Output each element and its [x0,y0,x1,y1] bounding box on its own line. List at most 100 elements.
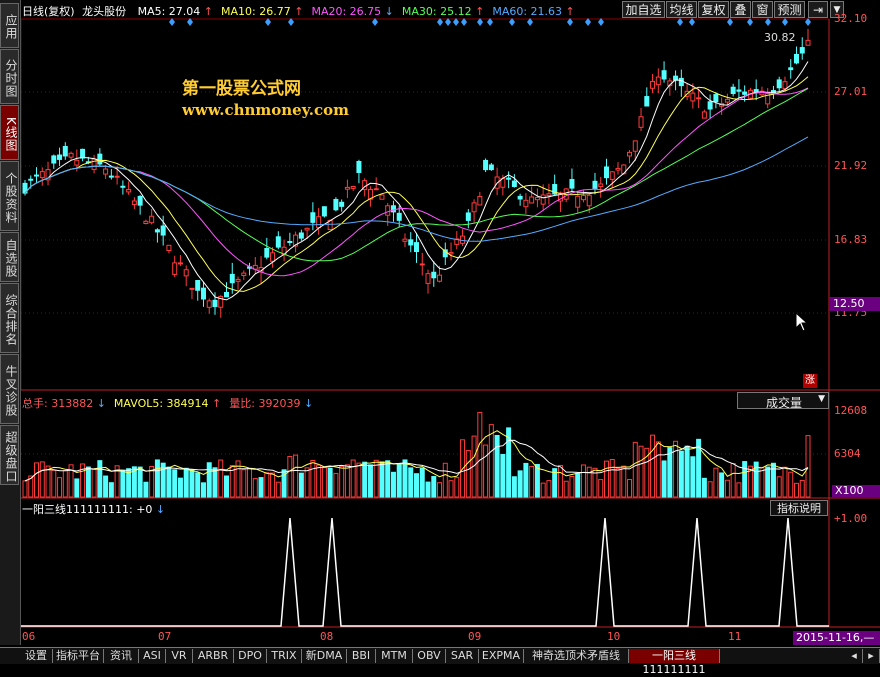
volume-indicator-dropdown[interactable]: 成交量 ▼ [737,392,829,410]
period-label[interactable]: 日线(复权) [22,5,75,18]
candle-body [235,278,241,282]
current-price-badge: 12.50 [829,297,880,311]
volume-bar [298,472,304,498]
sidebar-tab-6[interactable]: 综合排名 [0,283,19,353]
sidebar-tab-2[interactable]: 分时图 [0,49,19,104]
volume-bar [765,466,771,498]
volume-bar [799,479,805,498]
toolbar-button-5[interactable]: 窗 [752,1,773,18]
candle-body [534,197,540,201]
sidebar-tab-3[interactable]: K线图 [0,105,19,160]
candle-body [333,198,339,211]
volume-bar [57,477,63,498]
candle-body [425,273,431,284]
volume-bar [437,482,443,498]
candle-body [471,202,477,213]
sidebar-tab-4[interactable]: 个股资料 [0,161,19,231]
candle-body [402,238,408,242]
volume-bar [793,482,799,498]
indicator-tab-11[interactable]: MTM [376,649,413,663]
toolbar-button-1[interactable]: 加自选 [622,1,665,18]
stock-name: 龙头股份 [82,5,127,18]
candle-body [51,155,57,164]
volume-bar [736,482,742,498]
candle-body [448,252,454,255]
indicator-signal-line [21,517,829,627]
indicator-help-button[interactable]: 指标说明 [770,500,828,516]
volume-bar [339,465,345,498]
volume-bar [609,459,615,498]
volume-bar [39,461,45,498]
volume-bar [684,445,690,498]
candle-body [465,212,471,221]
volume-bar [224,475,230,498]
indicator-tab-bar: 设置 指标平台 资讯 ASI VR ARBR DPO TRIX 新DMA BBI MTM OBV SAR… [0,647,880,676]
toolbar-button-2[interactable]: 均线 [666,1,697,18]
toolbar-button-3[interactable]: 复权 [698,1,729,18]
volume-bar [103,475,109,498]
indicator-tab-4[interactable]: ASI [139,649,166,663]
candle-body [62,146,68,157]
candle-body [713,94,719,103]
chart-surface[interactable] [0,0,880,663]
candle-body [34,174,40,177]
volume-bar [275,481,281,498]
sidebar-tab-5[interactable]: 自选股 [0,232,19,282]
volume-arrow-1: ↓ [96,397,106,410]
indicator-tab-6[interactable]: ARBR [193,649,234,663]
candle-body [609,171,615,180]
sidebar-tab-8[interactable]: 超级盘口 [0,425,19,485]
candle-body [696,97,702,100]
rise-badge[interactable]: 涨 [803,374,817,388]
indicator-tab-9[interactable]: 新DMA [302,649,347,663]
indicator-tab-13[interactable]: SAR [446,649,479,663]
volume-bar [189,469,195,498]
indicator-tab-8[interactable]: TRIX [267,649,302,663]
candle-body [379,194,385,200]
indicator-tab-7[interactable]: DPO [234,649,267,663]
indicator-tab-16[interactable]: 一阳三线111111111 [629,649,720,676]
indicator-tab-12[interactable]: OBV [413,649,446,663]
panel-switch-icon[interactable]: ⇥ [808,1,828,18]
sidebar-tab-1[interactable]: 应用 [0,3,19,48]
sidebar-tab-7[interactable]: 牛叉诊股 [0,354,19,424]
tab-scroll-right-icon[interactable]: ▸ [863,649,880,663]
volume-bar [62,470,68,498]
volume-bar [166,466,172,498]
indicator-tab-2[interactable]: 指标平台 [53,649,104,663]
toolbar-button-4[interactable]: 叠 [730,1,751,18]
toolbar-button-6[interactable]: 预测 [774,1,805,18]
volume-bar [350,459,356,498]
volume-bar [172,469,178,498]
volume-bar [701,477,707,498]
volume-bar [580,464,586,498]
volume-axis-label-2: 6304 [834,447,861,460]
candle-body [316,216,322,229]
indicator-tab-10[interactable]: BBI [347,649,376,663]
volume-bar [517,470,523,498]
volume-bar [247,468,253,498]
candle-body [154,229,160,233]
volume-bar [788,471,794,498]
candle-body [143,220,149,224]
candle-body [437,274,443,282]
volume-bar [707,481,713,498]
candle-body [586,194,592,207]
candle-body [615,167,621,171]
volume-bar [667,447,673,498]
chart-grid [20,18,880,628]
indicator-tab-15[interactable]: 神奇选顶术矛盾线 [524,649,629,663]
candle-body [690,92,696,102]
left-sidebar: 应用 分时图 K线图 个股资料 自选股 综合排名 牛叉诊股 超级盘口 [0,0,21,645]
indicator-tab-1[interactable]: 设置 [20,649,53,663]
indicator-tab-14[interactable]: EXPMA [479,649,524,663]
volume-bar [603,460,609,498]
volume-bar [627,479,633,498]
candle-body [160,225,166,236]
indicator-tab-5[interactable]: VR [166,649,193,663]
indicator-axis-label: +1.00 [834,512,868,525]
tab-scroll-left-icon[interactable]: ◂ [846,649,863,663]
volume-bar [419,467,425,498]
candle-body [488,164,494,171]
indicator-tab-3[interactable]: 资讯 [104,649,139,663]
